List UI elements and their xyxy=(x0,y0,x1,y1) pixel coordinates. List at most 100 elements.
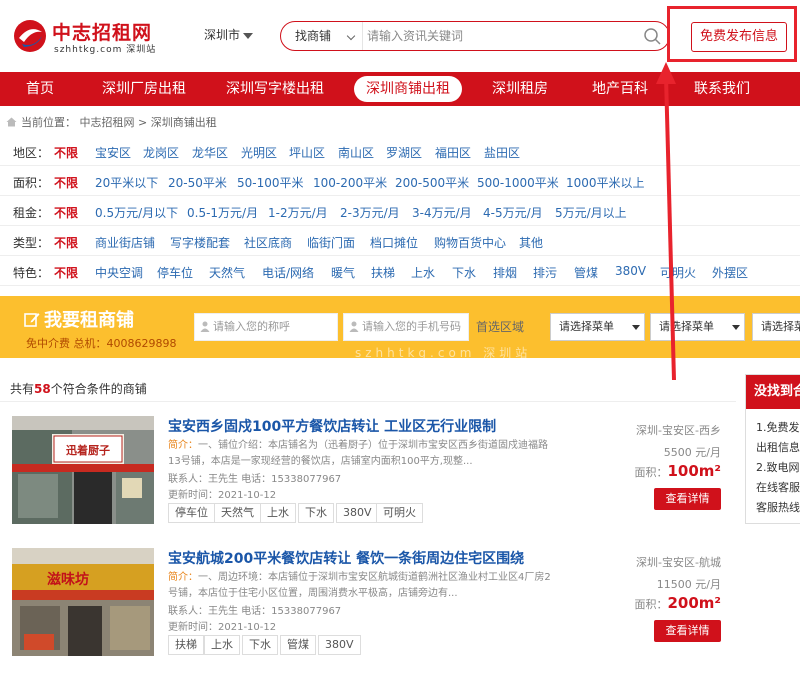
listing-title[interactable]: 宝安西乡固戍100平方餐饮店转让 工业区无行业限制 xyxy=(168,416,496,436)
side-panel-line[interactable]: 1.免费发 xyxy=(756,419,800,435)
breadcrumb-current[interactable]: 深圳商铺出租 xyxy=(151,116,217,129)
filter-option[interactable]: 外摆区 xyxy=(712,264,748,281)
filter-option[interactable]: 2-3万元/月 xyxy=(340,204,400,221)
search-type-select[interactable]: 找商铺 xyxy=(281,22,363,50)
filter-option[interactable]: 写字楼配套 xyxy=(170,234,230,251)
listing-contact: 联系人：王先生 电话：15338077967 xyxy=(168,474,342,485)
filter-option[interactable]: 1-2万元/月 xyxy=(268,204,328,221)
filter-option[interactable]: 不限 xyxy=(54,174,78,191)
filter-option[interactable]: 宝安区 xyxy=(95,144,131,161)
sign-text: 滋味坊 xyxy=(47,571,89,588)
search-icon[interactable] xyxy=(641,25,663,47)
side-panel-line: 出租信息 xyxy=(756,441,800,454)
listing-title[interactable]: 宝安航城200平米餐饮店转让 餐饮一条街周边住宅区围绕 xyxy=(168,548,524,568)
view-details-button[interactable]: 查看详情 xyxy=(654,620,721,642)
phone-input[interactable]: 请输入您的手机号码 xyxy=(343,313,469,341)
filter-option[interactable]: 购物百货中心 xyxy=(434,234,506,251)
listing-price: 11500 元/月 xyxy=(656,578,721,591)
breadcrumb-home-link[interactable]: 中志招租网 xyxy=(80,116,135,129)
search-input[interactable] xyxy=(367,26,637,46)
city-selector[interactable]: 深圳市 xyxy=(204,26,254,43)
side-panel-line: 2.致电网 xyxy=(756,461,800,474)
publish-free-button[interactable]: 免费发布信息 xyxy=(691,22,787,52)
filter-option[interactable]: 可明火 xyxy=(660,264,696,281)
listing-thumbnail[interactable]: 迅着厨子 xyxy=(12,416,154,524)
filter-option[interactable]: 福田区 xyxy=(435,144,471,161)
filter-option[interactable]: 不限 xyxy=(54,264,78,281)
side-panel-line[interactable]: 在线客服 xyxy=(756,479,800,495)
filter-option[interactable]: 坪山区 xyxy=(289,144,325,161)
filter-option[interactable]: 3-4万元/月 xyxy=(412,204,472,221)
filter-option[interactable]: 停车位 xyxy=(157,264,193,281)
feature-tag: 停车位 xyxy=(168,503,215,523)
result-count-number: 58 xyxy=(34,382,51,396)
filter-option[interactable]: 20平米以下 xyxy=(95,174,158,191)
breadcrumb: 当前位置： 中志招租网 > 深圳商铺出租 xyxy=(6,114,217,130)
district-select-1[interactable]: 请选择菜单 xyxy=(550,313,645,341)
help-side-panel: 没找到合 1.免费发 出租信息 2.致电网 在线客服 客服热线 xyxy=(745,374,800,524)
filter-option[interactable]: 龙华区 xyxy=(192,144,228,161)
nav-item-office[interactable]: 深圳写字楼出租 xyxy=(226,72,324,106)
filter-option[interactable]: 20-50平米 xyxy=(168,174,227,191)
listing-item: 迅着厨子 宝安西乡固戍100平方餐饮店转让 工业区无行业限制 简介：一、铺位介绍… xyxy=(0,416,736,544)
filter-row-district: 地区： 不限 宝安区 龙岗区 龙华区 光明区 坪山区 南山区 罗湖区 福田区 盐… xyxy=(0,136,800,166)
filter-option[interactable]: 下水 xyxy=(452,264,476,281)
feature-tag: 可明火 xyxy=(376,503,423,523)
district-select-2[interactable]: 请选择菜单 xyxy=(650,313,745,341)
filter-option[interactable]: 其他 xyxy=(519,234,543,251)
filter-option[interactable]: 南山区 xyxy=(338,144,374,161)
name-input[interactable]: 请输入您的称呼 xyxy=(194,313,338,341)
filter-option[interactable]: 500-1000平米 xyxy=(477,174,559,191)
filter-option[interactable]: 上水 xyxy=(411,264,435,281)
filter-option[interactable]: 商业街店铺 xyxy=(95,234,155,251)
filter-option[interactable]: 电话/网络 xyxy=(262,264,314,281)
filter-option[interactable]: 不限 xyxy=(54,144,78,161)
filter-option[interactable]: 380V xyxy=(615,264,646,278)
filter-option[interactable]: 4-5万元/月 xyxy=(483,204,543,221)
nav-item-shop[interactable]: 深圳商铺出租 xyxy=(354,76,462,102)
filter-option[interactable]: 罗湖区 xyxy=(386,144,422,161)
filter-option[interactable]: 排烟 xyxy=(493,264,517,281)
filter-row-feature: 特色： 不限 中央空调 停车位 天然气 电话/网络 暖气 扶梯 上水 下水 排烟… xyxy=(0,256,800,286)
filter-option[interactable]: 中央空调 xyxy=(95,264,143,281)
district-select-3[interactable]: 请选择菜单 xyxy=(752,313,800,341)
filter-option[interactable]: 不限 xyxy=(54,234,78,251)
filter-option[interactable]: 不限 xyxy=(54,204,78,221)
nav-item-rent[interactable]: 深圳租房 xyxy=(492,72,548,106)
logo[interactable]: 中志招租网 szhhtkg.com 深圳站 xyxy=(12,16,182,58)
filter-option[interactable]: 5万元/月以上 xyxy=(555,204,627,221)
view-details-button[interactable]: 查看详情 xyxy=(654,488,721,510)
nav-item-home[interactable]: 首页 xyxy=(26,72,54,106)
filter-option[interactable]: 200-500平米 xyxy=(395,174,469,191)
listing-item: 滋味坊 宝安航城200平米餐饮店转让 餐饮一条街周边住宅区围绕 简介：一、周边环… xyxy=(0,548,736,676)
filter-option[interactable]: 50-100平米 xyxy=(237,174,304,191)
filter-option[interactable]: 暖气 xyxy=(331,264,355,281)
filter-option[interactable]: 100-200平米 xyxy=(313,174,387,191)
listing-contact: 联系人：王先生 电话：15338077967 xyxy=(168,606,342,617)
filter-option[interactable]: 管煤 xyxy=(574,264,598,281)
filter-option[interactable]: 档口摊位 xyxy=(370,234,418,251)
filter-option[interactable]: 0.5万元/月以下 xyxy=(95,204,178,221)
breadcrumb-prefix: 当前位置： xyxy=(21,116,76,129)
side-panel-line: 客服热线 xyxy=(756,501,800,514)
sign-text: 迅着厨子 xyxy=(66,443,110,457)
listing-update-time: 更新时间：2021-10-12 xyxy=(168,490,277,501)
filter-option[interactable]: 光明区 xyxy=(241,144,277,161)
filter-option[interactable]: 社区底商 xyxy=(244,234,292,251)
filter-option[interactable]: 龙岗区 xyxy=(143,144,179,161)
filter-option[interactable]: 排污 xyxy=(533,264,557,281)
filter-option[interactable]: 盐田区 xyxy=(484,144,520,161)
filter-option[interactable]: 临街门面 xyxy=(307,234,355,251)
nav-item-contact[interactable]: 联系我们 xyxy=(694,72,750,106)
edit-icon xyxy=(24,313,40,327)
nav-item-factory[interactable]: 深圳厂房出租 xyxy=(102,72,186,106)
filter-option[interactable]: 天然气 xyxy=(209,264,245,281)
filter-option[interactable]: 扶梯 xyxy=(371,264,395,281)
annotation-highlight-box: 免费发布信息 xyxy=(667,6,797,62)
chevron-down-icon xyxy=(346,31,356,41)
filter-option[interactable]: 1000平米以上 xyxy=(566,174,645,191)
filter-option[interactable]: 0.5-1万元/月 xyxy=(187,204,258,221)
listing-thumbnail[interactable]: 滋味坊 xyxy=(12,548,154,656)
nav-item-wiki[interactable]: 地产百科 xyxy=(592,72,648,106)
want-rent-hotline: 免中介费 总机：4008629898 xyxy=(26,337,177,350)
